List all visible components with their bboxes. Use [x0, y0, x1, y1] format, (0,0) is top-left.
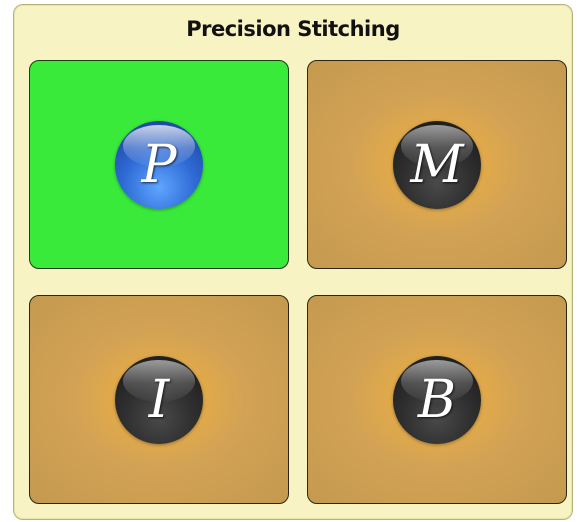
panel-title: Precision Stitching	[186, 17, 400, 41]
tile-p-button[interactable]: P	[29, 60, 289, 269]
tile-letter: I	[148, 369, 170, 430]
precision-stitching-panel: Precision Stitching P M I B	[13, 4, 573, 520]
tile-letter: B	[417, 369, 457, 430]
tile-letter: M	[410, 134, 464, 195]
m-letter-icon: M	[393, 120, 481, 209]
i-letter-icon: I	[115, 355, 203, 444]
tile-i-button[interactable]: I	[29, 295, 289, 504]
tile-letter: P	[141, 134, 177, 195]
tile-b-button[interactable]: B	[307, 295, 567, 504]
b-letter-icon: B	[393, 355, 481, 444]
p-letter-icon: P	[115, 120, 203, 209]
tile-m-button[interactable]: M	[307, 60, 567, 269]
